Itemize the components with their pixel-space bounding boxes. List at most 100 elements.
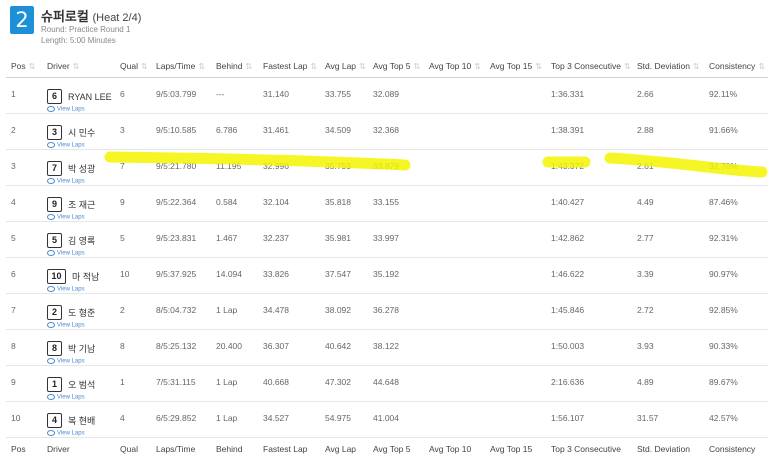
top10-cell [424, 186, 485, 222]
cons-cell: 87.46% [704, 186, 768, 222]
sort-icon[interactable]: ⇅ [310, 62, 317, 71]
qual-cell: 5 [115, 222, 151, 258]
cons-cell: 92.31% [704, 222, 768, 258]
pos-cell: 5 [6, 222, 42, 258]
cons-cell: 92.70% [704, 150, 768, 186]
col-header-avg-lap[interactable]: Avg Lap⇅ [320, 55, 368, 78]
view-laps-link[interactable]: View Laps [47, 214, 115, 221]
col-header-avg-top10[interactable]: Avg Top 10⇅ [424, 55, 485, 78]
table-row: 610마 적남View Laps109/5:37.92514.09433.826… [6, 258, 768, 294]
view-laps-link[interactable]: View Laps [47, 178, 115, 185]
qual-cell: 8 [115, 330, 151, 366]
laps-cell: 9/5:23.831 [151, 222, 211, 258]
view-laps-link[interactable]: View Laps [47, 394, 115, 401]
kart-number: 4 [47, 413, 62, 428]
top10-cell [424, 150, 485, 186]
sort-icon[interactable]: ⇅ [535, 62, 542, 71]
sort-icon[interactable]: ⇅ [73, 62, 80, 71]
heat-title-korean: 슈퍼로컬 [41, 9, 89, 24]
footer-consistency: Consistency [704, 438, 768, 460]
view-laps-label: View Laps [57, 323, 85, 329]
driver-name: 도 형준 [68, 308, 95, 318]
col-header-laps[interactable]: Laps/Time⇅ [151, 55, 211, 78]
col-header-behind[interactable]: Behind⇅ [211, 55, 258, 78]
behind-cell: 1 Lap [211, 366, 258, 402]
view-laps-link[interactable]: View Laps [47, 322, 115, 329]
driver-cell: 2 도 형준 View Laps [42, 294, 115, 330]
view-laps-link[interactable]: View Laps [47, 106, 115, 113]
col-header-top3-consecutive[interactable]: Top 3 Consecutive⇅ [546, 55, 632, 78]
driver-name: 조 재근 [68, 200, 95, 210]
driver-name: 김 영록 [68, 236, 95, 246]
eye-icon [47, 106, 55, 112]
top15-cell [485, 258, 546, 294]
top5-cell: 33.997 [368, 222, 424, 258]
top3c-cell: 1:42.862 [546, 222, 632, 258]
view-laps-link[interactable]: View Laps [47, 286, 115, 293]
sort-icon[interactable]: ⇅ [359, 62, 366, 71]
footer-pos: Pos [6, 438, 42, 460]
pos-cell: 2 [6, 114, 42, 150]
sort-icon[interactable]: ⇅ [414, 62, 421, 71]
qual-cell: 10 [115, 258, 151, 294]
driver-cell: 4복 현배View Laps [42, 402, 115, 438]
top5-cell: 38.122 [368, 330, 424, 366]
pos-cell: 6 [6, 258, 42, 294]
qual-cell: 7 [115, 150, 151, 186]
cons-cell: 90.33% [704, 330, 768, 366]
kart-number: 5 [47, 233, 62, 248]
col-header-std-deviation[interactable]: Std. Deviation⇅ [632, 55, 704, 78]
avg-cell: 40.642 [320, 330, 368, 366]
driver-cell: 5 김 영록 View Laps [42, 222, 115, 258]
fastest-cell: 34.527 [258, 402, 320, 438]
sort-icon[interactable]: ⇅ [141, 62, 148, 71]
col-header-fastest[interactable]: Fastest Lap⇅ [258, 55, 320, 78]
pos-cell: 1 [6, 78, 42, 114]
col-header-consistency[interactable]: Consistency⇅ [704, 55, 768, 78]
fastest-cell: 31.140 [258, 78, 320, 114]
kart-number: 9 [47, 197, 62, 212]
col-header-avg-top5[interactable]: Avg Top 5⇅ [368, 55, 424, 78]
sort-icon[interactable]: ⇅ [29, 62, 36, 71]
sort-icon[interactable]: ⇅ [198, 62, 205, 71]
laps-cell: 9/5:03.799 [151, 78, 211, 114]
top15-cell [485, 222, 546, 258]
qual-cell: 3 [115, 114, 151, 150]
view-laps-link[interactable]: View Laps [47, 250, 115, 257]
top5-cell: 36.278 [368, 294, 424, 330]
col-header-driver[interactable]: Driver⇅ [42, 55, 115, 78]
length-label: Length: 5:00 Minutes [41, 36, 116, 45]
top15-cell [485, 366, 546, 402]
driver-cell: 7박 성광View Laps [42, 150, 115, 186]
sort-icon[interactable]: ⇅ [758, 62, 765, 71]
view-laps-label: View Laps [57, 179, 85, 185]
top15-cell [485, 114, 546, 150]
view-laps-link[interactable]: View Laps [47, 142, 115, 149]
qual-cell: 6 [115, 78, 151, 114]
footer-std-deviation: Std. Deviation [632, 438, 704, 460]
sort-icon[interactable]: ⇅ [693, 62, 700, 71]
table-row: 37박 성광View Laps79/5:21.78011.19532.99635… [6, 150, 768, 186]
eye-icon [47, 142, 55, 148]
sort-icon[interactable]: ⇅ [474, 62, 481, 71]
top10-cell [424, 330, 485, 366]
sort-icon[interactable]: ⇅ [624, 62, 631, 71]
top15-cell [485, 78, 546, 114]
std-cell: 2.72 [632, 294, 704, 330]
sort-icon[interactable]: ⇅ [245, 62, 252, 71]
view-laps-link[interactable]: View Laps [47, 430, 115, 437]
footer-row: Pos Driver Qual Laps/Time Behind Fastest… [6, 438, 768, 460]
top5-cell: 41.004 [368, 402, 424, 438]
cons-cell: 90.97% [704, 258, 768, 294]
col-header-avg-top15[interactable]: Avg Top 15⇅ [485, 55, 546, 78]
fastest-cell: 32.104 [258, 186, 320, 222]
table-row: 49조 재근View Laps99/5:22.3640.58432.10435.… [6, 186, 768, 222]
pos-cell: 8 [6, 330, 42, 366]
view-laps-link[interactable]: View Laps [47, 358, 115, 365]
col-header-pos[interactable]: Pos⇅ [6, 55, 42, 78]
kart-number: 2 [47, 305, 62, 320]
driver-name: 오 범석 [68, 380, 95, 390]
col-header-qual[interactable]: Qual⇅ [115, 55, 151, 78]
top3c-cell: 1:50.003 [546, 330, 632, 366]
laps-cell: 7/5:31.115 [151, 366, 211, 402]
